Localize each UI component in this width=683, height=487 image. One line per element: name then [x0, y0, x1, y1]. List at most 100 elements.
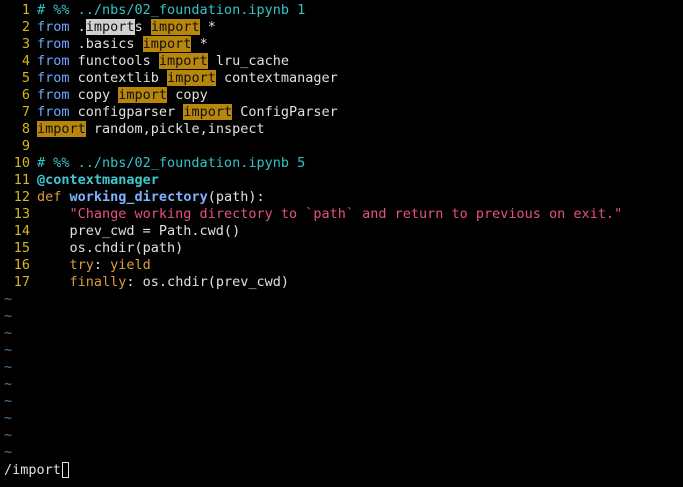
line-number: 3 [21, 36, 30, 52]
code-token: * [191, 36, 208, 52]
code-line[interactable]: 6 from copy import copy [0, 87, 683, 104]
keyword-token: from [37, 36, 70, 52]
empty-line-tilde: ~ [4, 427, 13, 443]
line-number: 7 [21, 104, 30, 120]
code-token: configparser [69, 104, 184, 120]
code-token: (path): [207, 189, 265, 205]
code-text[interactable]: from contextlib import contextmanager [37, 70, 338, 87]
function-name: working_directory [69, 189, 208, 205]
code-token: ConfigParser [232, 104, 338, 120]
code-token: . [69, 19, 86, 35]
keyword-token: from [37, 70, 70, 86]
keyword-token: try [69, 257, 94, 273]
code-token: prev_cwd = Path.cwd() [37, 223, 241, 239]
empty-line-tilde: ~ [4, 291, 13, 307]
search-match: import [150, 19, 200, 35]
code-token: contextlib [69, 70, 168, 86]
code-text[interactable]: try: yield [37, 257, 151, 274]
line-number: 10 [13, 155, 30, 171]
code-token: .basics [69, 36, 143, 52]
search-match: import [167, 70, 216, 86]
keyword-token: from [37, 104, 70, 120]
line-number: 5 [21, 70, 30, 86]
code-line[interactable]: 11 @contextmanager [0, 172, 683, 189]
string-literal: "Change working directory to `path` and … [69, 206, 623, 222]
code-line[interactable]: 17 finally: os.chdir(prev_cwd) [0, 274, 683, 291]
line-number: 9 [21, 138, 30, 154]
code-line[interactable]: 9 [0, 138, 683, 155]
editor-buffer[interactable]: 1 # %% ../nbs/02_foundation.ipynb 1 2 from … [0, 2, 683, 461]
code-token: copy [69, 87, 119, 103]
code-comment: # %% ../nbs/02_foundation.ipynb 1 [37, 2, 306, 18]
search-match: import [37, 121, 86, 137]
code-token: : os.chdir(prev_cwd) [126, 274, 289, 290]
command-line[interactable]: /import [4, 461, 69, 479]
code-line[interactable]: 15 os.chdir(path) [0, 240, 683, 257]
code-token: random,pickle,inspect [85, 121, 265, 137]
line-number: 11 [13, 172, 30, 188]
code-line[interactable]: 4 from functools import lru_cache [0, 53, 683, 70]
code-text[interactable]: import random,pickle,inspect [37, 121, 265, 138]
line-number: 6 [21, 87, 30, 103]
code-text[interactable]: from functools import lru_cache [37, 53, 289, 70]
keyword-token: from [37, 53, 70, 69]
line-number: 8 [21, 121, 30, 137]
code-line[interactable]: 7 from configparser import ConfigParser [0, 104, 683, 121]
code-line[interactable]: 2 from .imports import * [0, 19, 683, 36]
code-line[interactable]: 13 "Change working directory to `path` a… [0, 206, 683, 223]
search-match: import [142, 36, 192, 52]
code-text[interactable]: os.chdir(path) [37, 240, 184, 257]
code-text[interactable]: from configparser import ConfigParser [37, 104, 338, 121]
line-number: 4 [21, 53, 30, 69]
code-text[interactable]: finally: os.chdir(prev_cwd) [37, 274, 289, 291]
code-token: copy [167, 87, 208, 103]
code-token: contextmanager [215, 70, 338, 86]
empty-line-tilde: ~ [4, 393, 13, 409]
empty-line-tilde: ~ [4, 376, 13, 392]
text-cursor [61, 462, 69, 478]
decorator-token: @contextmanager [37, 172, 159, 188]
code-token: os.chdir(path) [37, 240, 184, 256]
code-text[interactable]: from copy import copy [37, 87, 208, 104]
code-token: functools [69, 53, 159, 69]
code-text[interactable]: prev_cwd = Path.cwd() [37, 223, 241, 240]
empty-line-tilde: ~ [4, 325, 13, 341]
keyword-token: def [37, 189, 62, 205]
empty-line-tilde: ~ [4, 359, 13, 375]
code-comment: # %% ../nbs/02_foundation.ipynb 5 [37, 155, 306, 171]
code-line[interactable]: 1 # %% ../nbs/02_foundation.ipynb 1 [0, 2, 683, 19]
line-number: 1 [21, 2, 30, 18]
keyword-token: from [37, 87, 70, 103]
code-text[interactable]: from .imports import * [37, 19, 216, 36]
empty-line-tilde: ~ [4, 444, 13, 460]
code-token: lru_cache [207, 53, 289, 69]
search-match: import [158, 53, 208, 69]
code-line[interactable]: 10 # %% ../nbs/02_foundation.ipynb 5 [0, 155, 683, 172]
code-line[interactable]: 14 prev_cwd = Path.cwd() [0, 223, 683, 240]
code-text[interactable]: def working_directory(path): [37, 189, 265, 206]
search-command[interactable]: /import [4, 461, 61, 479]
code-text[interactable]: "Change working directory to `path` and … [37, 206, 623, 223]
line-number: 2 [21, 19, 30, 35]
code-token: * [199, 19, 216, 35]
code-text[interactable]: from .basics import * [37, 36, 208, 53]
code-line[interactable]: 5 from contextlib import contextmanager [0, 70, 683, 87]
keyword-token: yield [110, 257, 151, 273]
line-number: 12 [13, 189, 30, 205]
code-line[interactable]: 12 def working_directory(path): [0, 189, 683, 206]
line-number: 14 [13, 223, 30, 239]
code-text[interactable]: @contextmanager [37, 172, 159, 189]
code-text[interactable]: # %% ../nbs/02_foundation.ipynb 5 [37, 155, 305, 172]
search-match: import [118, 87, 168, 103]
code-text[interactable]: # %% ../nbs/02_foundation.ipynb 1 [37, 2, 305, 19]
code-token: : [93, 257, 111, 273]
line-number: 17 [13, 274, 30, 290]
code-line[interactable]: 8 import random,pickle,inspect [0, 121, 683, 138]
code-line[interactable]: 3 from .basics import * [0, 36, 683, 53]
code-line[interactable]: 16 try: yield [0, 257, 683, 274]
current-search-match: import [85, 19, 135, 35]
